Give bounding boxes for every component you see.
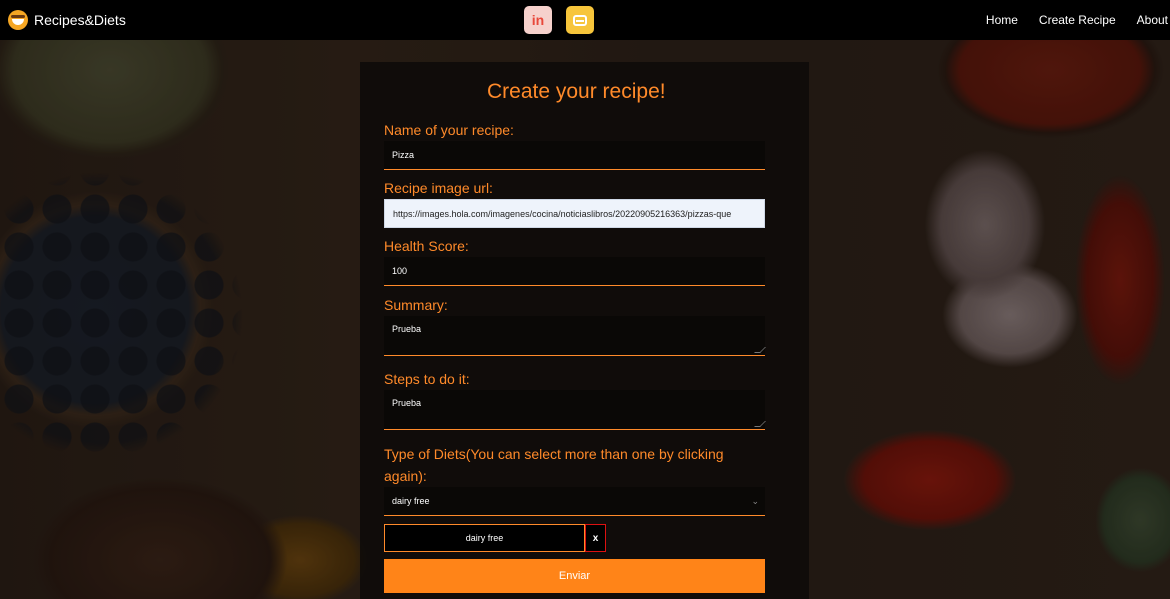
linkedin-button[interactable]: in <box>524 6 552 34</box>
recipe-name-input[interactable]: Pizza <box>384 141 765 170</box>
brand-name: Recipes&Diets <box>34 12 126 28</box>
health-score-input[interactable]: 100 <box>384 257 765 286</box>
image-url-label: Recipe image url: <box>384 180 493 196</box>
image-url-input[interactable]: https://images.hola.com/imagenes/cocina/… <box>384 199 765 228</box>
submit-button[interactable]: Enviar <box>384 559 765 593</box>
diets-label-line1: Type of Diets(You can select more than o… <box>384 446 724 462</box>
resize-grip-icon[interactable] <box>754 421 766 427</box>
chevron-down-icon: ⌄ <box>751 495 759 506</box>
linkedin-icon: in <box>531 12 545 28</box>
diet-select[interactable]: dairy free ⌄ <box>384 487 765 516</box>
diets-label-line2: again): <box>384 468 427 484</box>
remove-diet-button[interactable]: x <box>585 524 606 552</box>
github-button[interactable] <box>566 6 594 34</box>
name-label: Name of your recipe: <box>384 122 514 138</box>
github-icon <box>573 14 587 26</box>
diet-chip: dairy free <box>384 524 585 552</box>
steps-value: Prueba <box>392 398 422 408</box>
nav-link-home[interactable]: Home <box>986 13 1018 27</box>
summary-textarea[interactable]: Prueba <box>384 316 766 356</box>
diet-select-value: dairy free <box>392 496 430 506</box>
nav-links: Home Create Recipe About <box>986 0 1170 40</box>
resize-grip-icon[interactable] <box>754 347 766 353</box>
brand[interactable]: Recipes&Diets <box>8 10 126 30</box>
brand-logo-icon <box>8 10 28 30</box>
nav-link-about[interactable]: About <box>1137 13 1168 27</box>
summary-value: Prueba <box>392 324 422 334</box>
summary-label: Summary: <box>384 297 448 313</box>
page-title: Create your recipe! <box>487 80 666 103</box>
health-score-label: Health Score: <box>384 238 469 254</box>
social-links: in <box>524 6 594 34</box>
steps-textarea[interactable]: Prueba <box>384 390 766 430</box>
steps-label: Steps to do it: <box>384 371 470 387</box>
navbar: Recipes&Diets in Home Create Recipe Abou… <box>0 0 1170 40</box>
nav-link-create-recipe[interactable]: Create Recipe <box>1039 13 1116 27</box>
